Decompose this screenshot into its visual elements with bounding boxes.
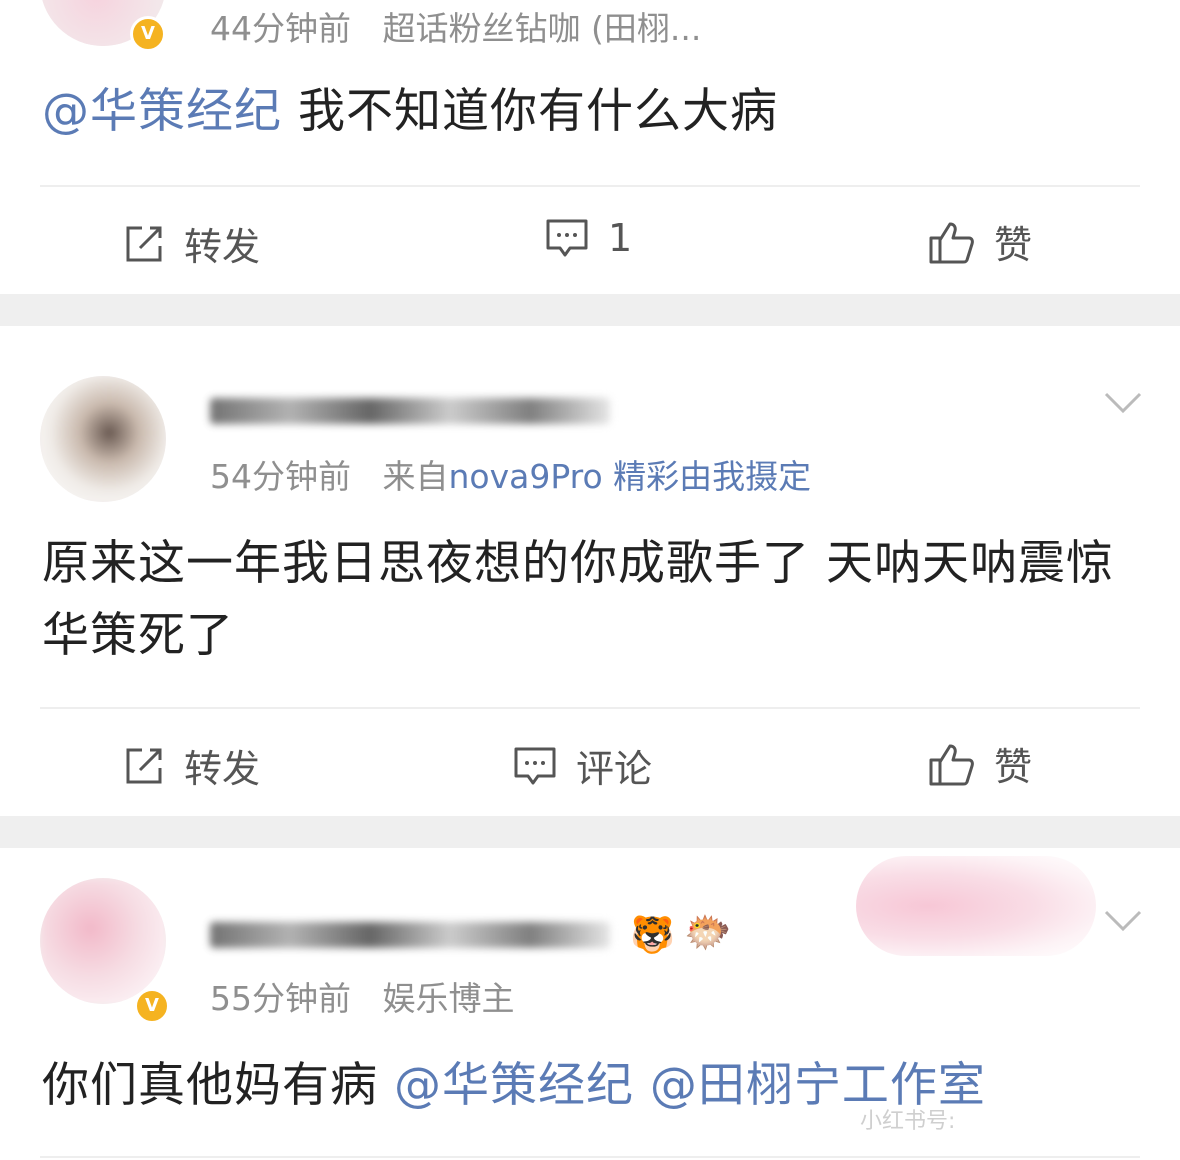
comment-button[interactable]: 1: [544, 216, 632, 260]
card-sticker: [856, 856, 1096, 956]
post-time: 55分钟前: [210, 979, 351, 1018]
mention-link[interactable]: @华策经纪: [394, 1058, 634, 1113]
like-icon: [928, 218, 976, 266]
avatar[interactable]: [40, 376, 166, 502]
avatar[interactable]: [40, 878, 166, 1004]
chevron-down-icon[interactable]: [1104, 392, 1142, 418]
verified-icon: V: [130, 16, 166, 52]
divider: [40, 185, 1140, 187]
repost-icon: [122, 222, 166, 266]
divider: [40, 707, 1140, 709]
post-text: @华策经纪 我不知道你有什么大病: [42, 76, 1142, 148]
post-separator: [0, 294, 1180, 326]
post-source[interactable]: nova9Pro 精彩由我摄定: [448, 457, 811, 496]
divider: [40, 1156, 1140, 1158]
repost-label: 转发: [184, 747, 261, 791]
comment-count: 1: [608, 216, 633, 260]
watermark: 小红书号:: [860, 1109, 956, 1134]
post-source: 超话粉丝钻咖 (田栩...: [382, 9, 702, 48]
post-body: 你们真他妈有病: [42, 1058, 378, 1113]
post-meta: 54分钟前 来自nova9Pro 精彩由我摄定: [210, 450, 811, 498]
comment-label: 评论: [576, 747, 653, 791]
repost-button[interactable]: 转发: [122, 216, 260, 271]
weibo-post-3: V 🐯 🐡 55分钟前 娱乐博主 你们真他妈有病 @华策经纪 @田栩宁工作室: [0, 848, 1180, 1160]
post-meta: 55分钟前 娱乐博主: [210, 972, 514, 1020]
source-prefix: 来自: [382, 457, 449, 496]
repost-button[interactable]: 转发: [122, 738, 260, 793]
pufferfish-icon: 🐡: [684, 910, 732, 954]
comment-icon: [512, 744, 558, 788]
comment-icon: [544, 216, 590, 260]
badge-icon: 🐯: [630, 915, 675, 956]
post-separator: [0, 816, 1180, 848]
post-body: 原来这一年我日思夜想的你成歌手了 天呐天呐震惊华策死了: [42, 536, 1114, 663]
repost-icon: [122, 744, 166, 788]
verified-icon: V: [134, 988, 170, 1024]
username-blurred[interactable]: [210, 922, 610, 948]
weibo-post-2: 54分钟前 来自nova9Pro 精彩由我摄定 原来这一年我日思夜想的你成歌手了…: [0, 326, 1180, 816]
like-label: 赞: [994, 745, 1033, 789]
post-time: 44分钟前: [210, 9, 351, 48]
post-time: 54分钟前: [210, 457, 351, 496]
like-button[interactable]: 赞: [928, 214, 1032, 269]
post-text: 你们真他妈有病 @华策经纪 @田栩宁工作室: [42, 1050, 1142, 1122]
weibo-post-1: V 44分钟前 超话粉丝钻咖 (田栩... @华策经纪 我不知道你有什么大病 转…: [0, 0, 1180, 294]
repost-label: 转发: [184, 225, 261, 269]
post-body: 我不知道你有什么大病: [297, 84, 778, 139]
chevron-down-icon[interactable]: [1104, 910, 1142, 936]
like-icon: [928, 740, 976, 788]
post-meta: 44分钟前 超话粉丝钻咖 (田栩...: [210, 2, 701, 50]
mention-link[interactable]: @华策经纪: [42, 84, 282, 139]
comment-button[interactable]: 评论: [512, 738, 652, 793]
username-blurred[interactable]: [210, 398, 610, 424]
post-source: 娱乐博主: [382, 979, 515, 1018]
like-label: 赞: [994, 223, 1033, 267]
like-button[interactable]: 赞: [928, 736, 1032, 791]
